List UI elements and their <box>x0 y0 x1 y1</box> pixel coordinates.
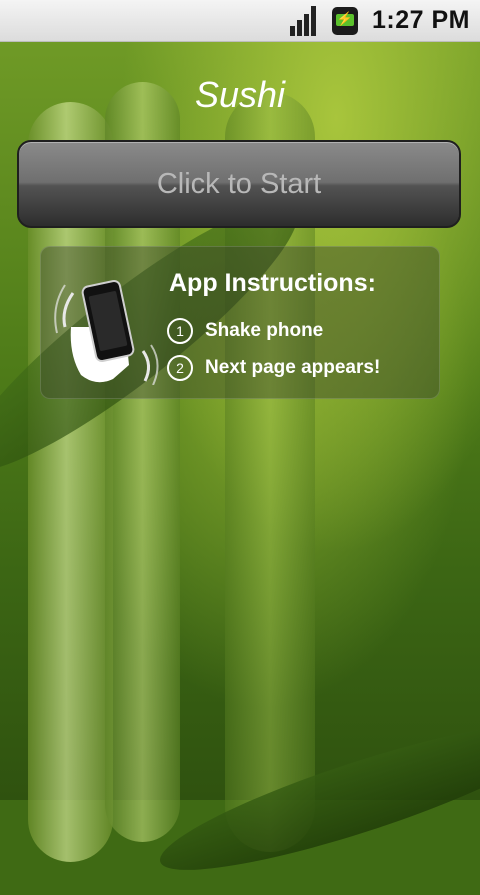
instruction-step: 2 Next page appears! <box>167 355 380 381</box>
step-number: 1 <box>167 318 193 344</box>
step-number: 2 <box>167 355 193 381</box>
page-title: Sushi <box>194 74 286 115</box>
instruction-step: 1 Shake phone <box>167 318 323 344</box>
status-bar: ⚡ 1:27 PM <box>0 0 480 42</box>
start-button[interactable]: Click to Start <box>17 140 461 228</box>
instructions-title: App Instructions: <box>169 269 376 297</box>
status-clock: 1:27 PM <box>372 6 470 34</box>
battery-charging-icon: ⚡ <box>332 6 359 35</box>
instructions-panel: App Instructions: 1 Shake phone 2 Next p… <box>40 246 440 399</box>
start-button-label: Click to Start <box>156 167 322 200</box>
signal-icon <box>290 5 320 36</box>
step-text: Next page appears! <box>205 357 381 378</box>
step-text: Shake phone <box>205 320 324 341</box>
shake-phone-icon <box>54 279 159 385</box>
